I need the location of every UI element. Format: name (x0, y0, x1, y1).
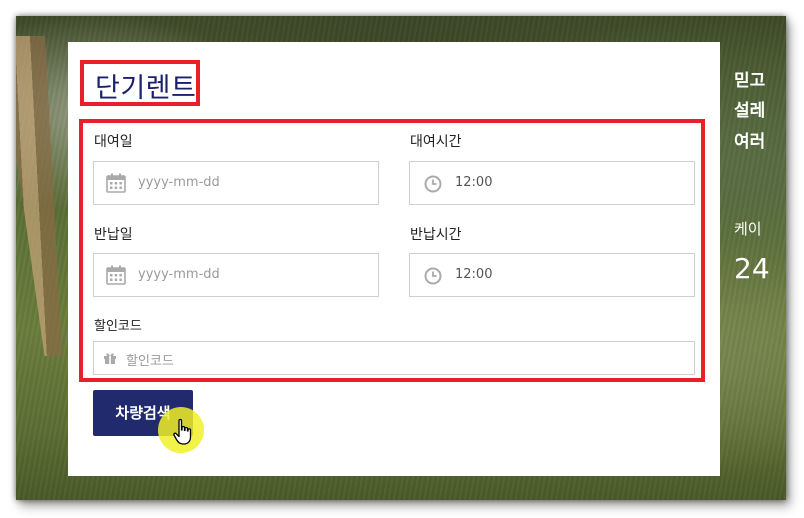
return-date-placeholder: yyyy-mm-dd (138, 267, 220, 282)
return-time-label: 반납시간 (410, 227, 462, 243)
discount-code-label: 할인코드 (94, 319, 142, 334)
hero-text-line-4: 케이 (734, 220, 762, 238)
clock-icon (424, 267, 442, 285)
hand-pointer-icon (173, 418, 192, 445)
form-title: 단기렌트 (95, 73, 197, 104)
rental-date-field[interactable]: yyyy-mm-dd (93, 161, 379, 205)
discount-code-input[interactable]: 할인코드 (93, 341, 695, 375)
calendar-icon (106, 265, 126, 285)
clock-icon (424, 175, 442, 193)
rental-date-placeholder: yyyy-mm-dd (138, 175, 220, 190)
return-date-label: 반납일 (94, 227, 133, 243)
calendar-icon (106, 173, 126, 193)
rental-date-label: 대여일 (94, 134, 133, 150)
return-date-field[interactable]: yyyy-mm-dd (93, 253, 379, 297)
rental-time-field[interactable]: 12:00 (409, 161, 695, 205)
return-time-value: 12:00 (455, 267, 493, 282)
gift-icon (104, 353, 116, 364)
hero-text-line-1: 믿고 (734, 71, 766, 91)
hero-text-line-5: 24 (734, 252, 770, 285)
hero-text-line-2: 설레 (734, 101, 766, 121)
hero-text-line-3: 여러 (734, 132, 766, 152)
rental-time-label: 대여시간 (410, 134, 462, 150)
rental-time-value: 12:00 (455, 175, 493, 190)
return-time-field[interactable]: 12:00 (409, 253, 695, 297)
discount-code-placeholder: 할인코드 (126, 354, 174, 369)
